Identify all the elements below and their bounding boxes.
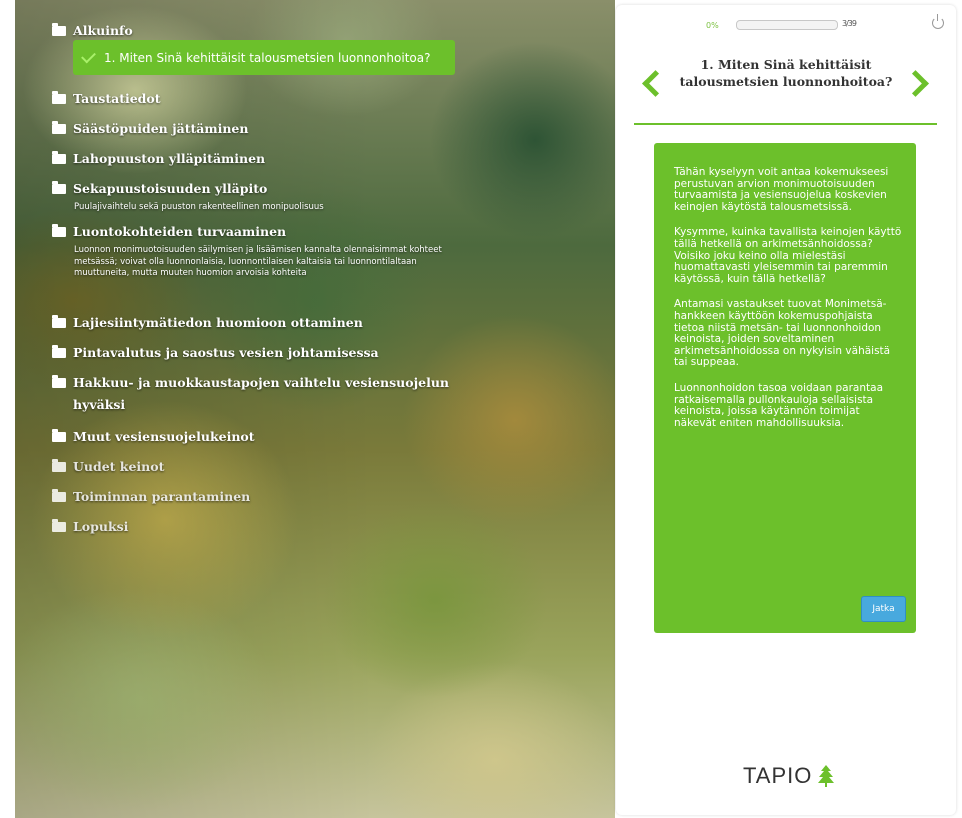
nav-section-uudet-keinot[interactable]: Uudet keinot: [52, 458, 164, 475]
folder-icon: [52, 489, 66, 502]
intro-paragraph: Antamasi vastaukset tuovat Monimetsä-han…: [674, 298, 891, 369]
folder-icon: [52, 429, 66, 442]
tree-icon: [818, 765, 835, 787]
check-icon: [81, 48, 96, 63]
folder-icon: [52, 151, 66, 164]
nav-section-title: Hakkuu- ja muokkaustapojen vaihtelu vesi…: [73, 375, 450, 412]
nav-section-muut-vesiensuojelukeinot[interactable]: Muut vesiensuojelukeinot: [52, 428, 255, 445]
chevron-right-icon[interactable]: [902, 70, 929, 97]
nav-section-lajiesiintymat[interactable]: Lajiesiintymätiedon huomioon ottaminen: [52, 314, 363, 331]
nav-section-title: Uudet keinot: [73, 459, 165, 474]
nav-section-hakkuu[interactable]: Hakkuu- ja muokkaustapojen vaihtelu vesi…: [52, 374, 452, 416]
nav-section-luontokohteet[interactable]: Luontokohteiden turvaaminen: [52, 223, 286, 240]
power-icon[interactable]: [932, 14, 944, 29]
nav-section-taustatiedot[interactable]: Taustatiedot: [52, 90, 161, 107]
question-title: 1. Miten Sinä kehittäisit talousmetsien …: [679, 57, 893, 89]
intro-paragraph: Tähän kyselyyn voit antaa kokemukseesi p…: [674, 166, 889, 213]
question-panel: 0% 3/39 1. Miten Sinä kehittäisit talous…: [616, 5, 956, 815]
active-question-item[interactable]: 1. Miten Sinä kehittäisit talousmetsien …: [73, 40, 455, 75]
folder-icon: [52, 181, 66, 194]
folder-icon: [52, 315, 66, 328]
brand-name: TAPIO: [743, 763, 813, 788]
nav-section-lopuksi[interactable]: Lopuksi: [52, 518, 128, 535]
nav-section-title: Muut vesiensuojelukeinot: [73, 429, 255, 444]
nav-section-title: Sekapuustoisuuden ylläpito: [73, 181, 268, 196]
continue-button[interactable]: Jatka: [861, 596, 906, 622]
nav-section-lahopuusto[interactable]: Lahopuuston ylläpitäminen: [52, 150, 265, 167]
chevron-left-icon[interactable]: [642, 70, 669, 97]
folder-icon: [52, 345, 66, 358]
nav-section-saastopuut[interactable]: Säästöpuiden jättäminen: [52, 120, 248, 137]
folder-icon: [52, 459, 66, 472]
nav-section-alkuinfo[interactable]: Alkuinfo: [52, 22, 133, 39]
nav-section-sekapuustoisuus[interactable]: Sekapuustoisuuden ylläpito: [52, 180, 267, 197]
nav-section-title: Lajiesiintymätiedon huomioon ottaminen: [73, 315, 363, 330]
nav-section-subtitle: Puulajivaihtelu sekä puuston rakenteelli…: [74, 202, 324, 212]
nav-section-title: Pintavalutus ja saostus vesien johtamise…: [73, 345, 379, 360]
nav-section-title: Lahopuuston ylläpitäminen: [73, 151, 266, 166]
intro-text: Tähän kyselyyn voit antaa kokemukseesi p…: [674, 166, 902, 443]
progress-bar: [736, 20, 838, 30]
nav-section-pintavalutus[interactable]: Pintavalutus ja saostus vesien johtamise…: [52, 344, 379, 361]
folder-icon: [52, 519, 66, 532]
intro-paragraph: Kysymme, kuinka tavallista keinojen käyt…: [674, 226, 902, 285]
nav-section-toiminnan-parantaminen[interactable]: Toiminnan parantaminen: [52, 488, 250, 505]
folder-icon: [52, 91, 66, 104]
nav-section-title: Toiminnan parantaminen: [73, 489, 251, 504]
nav-section-title: Taustatiedot: [73, 91, 161, 106]
tapio-logo: TAPIO: [743, 763, 835, 789]
folder-icon: [52, 23, 66, 36]
nav-section-title: Luontokohteiden turvaaminen: [73, 224, 287, 239]
active-question-label: 1. Miten Sinä kehittäisit talousmetsien …: [104, 50, 431, 65]
folder-icon: [52, 224, 66, 237]
progress-ratio: 3/39: [842, 19, 857, 28]
folder-icon: [52, 375, 66, 388]
progress-percent: 0%: [706, 21, 719, 30]
intro-paragraph: Luonnonhoidon tasoa voidaan parantaa rat…: [674, 381, 884, 429]
folder-icon: [52, 121, 66, 134]
divider: [634, 123, 937, 125]
nav-section-title: Säästöpuiden jättäminen: [73, 121, 249, 136]
nav-section-title: Lopuksi: [73, 519, 129, 534]
nav-section-title: Alkuinfo: [73, 23, 133, 38]
nav-section-subtitle: Luonnon monimuotoisuuden säilymisen ja l…: [74, 245, 442, 278]
intro-box: Tähän kyselyyn voit antaa kokemukseesi p…: [654, 143, 916, 633]
